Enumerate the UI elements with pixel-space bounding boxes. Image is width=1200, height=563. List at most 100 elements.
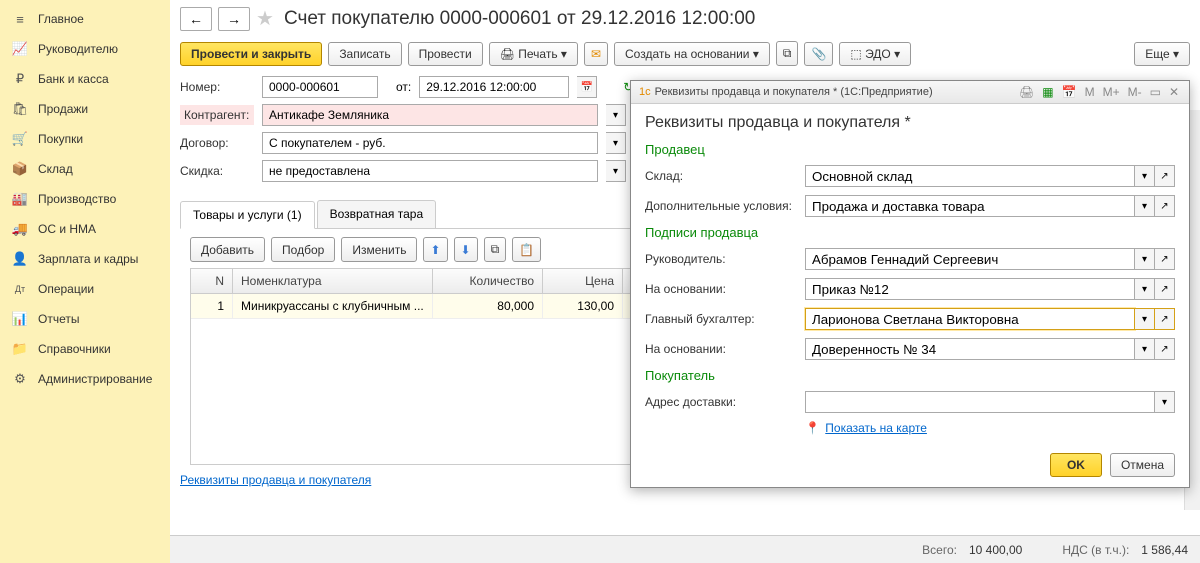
edit-row-button[interactable]: Изменить [341, 237, 417, 262]
m-plus-button[interactable]: M+ [1101, 85, 1122, 99]
sidebar-item-manager[interactable]: 📈Руководителю [0, 34, 170, 64]
head-input[interactable] [805, 248, 1135, 270]
contract-dropdown[interactable]: ▾ [606, 132, 626, 154]
basis1-dropdown[interactable]: ▾ [1135, 278, 1155, 300]
sidebar-item-warehouse[interactable]: 📦 Склад [0, 154, 170, 184]
calendar-icon[interactable]: 📅 [1060, 85, 1079, 99]
table-icon[interactable]: ▦ [1040, 85, 1055, 99]
head-dropdown[interactable]: ▾ [1135, 248, 1155, 270]
create-based-button[interactable]: Создать на основании ▾ [614, 42, 770, 66]
nav-forward-button[interactable]: → [218, 7, 250, 31]
cancel-button[interactable]: Отмена [1110, 453, 1175, 477]
counterparty-input[interactable]: Антикафе Земляника [262, 104, 598, 126]
terms-dropdown[interactable]: ▾ [1135, 195, 1155, 217]
sidebar-item-main[interactable]: ≡Главное [0, 4, 170, 34]
sidebar-item-production[interactable]: 🏭Производство [0, 184, 170, 214]
total-label: Всего: [922, 543, 957, 557]
sidebar-item-label: Отчеты [38, 312, 79, 326]
sidebar-item-label: Производство [38, 192, 116, 206]
basis2-dropdown[interactable]: ▾ [1135, 338, 1155, 360]
delivery-input[interactable] [805, 391, 1155, 413]
sidebar-item-label: Зарплата и кадры [38, 252, 138, 266]
counterparty-dropdown[interactable]: ▾ [606, 104, 626, 126]
sidebar-item-operations[interactable]: ДтОперации [0, 274, 170, 304]
sidebar-item-payroll[interactable]: 👤Зарплата и кадры [0, 244, 170, 274]
print-button[interactable]: 🖨 Печать ▾ [489, 42, 578, 66]
delivery-label: Адрес доставки: [645, 395, 805, 409]
show-on-map-link[interactable]: Показать на карте [825, 421, 927, 435]
col-nomenclature[interactable]: Номенклатура [233, 269, 433, 293]
attach-button[interactable]: 📎 [804, 42, 833, 66]
cell-nomenclature: Миникруассаны с клубничным ... [233, 294, 433, 318]
sidebar-item-label: Справочники [38, 342, 111, 356]
col-n[interactable]: N [191, 269, 233, 293]
terms-input[interactable] [805, 195, 1135, 217]
sidebar-item-sales[interactable]: 🛍Продажи [0, 94, 170, 124]
tab-tare[interactable]: Возвратная тара [317, 200, 437, 228]
number-input[interactable]: 0000-000601 [262, 76, 378, 98]
warehouse-dropdown[interactable]: ▾ [1135, 165, 1155, 187]
m-minus-button[interactable]: M- [1126, 85, 1144, 99]
page-title: Счет покупателю 0000-000601 от 29.12.201… [284, 8, 755, 30]
minimize-icon[interactable]: ▭ [1148, 85, 1163, 99]
save-button[interactable]: Записать [328, 42, 401, 66]
head-open[interactable]: ↗ [1155, 248, 1175, 270]
sidebar-item-admin[interactable]: ⚙Администрирование [0, 364, 170, 394]
sidebar-item-purchases[interactable]: 🛒Покупки [0, 124, 170, 154]
sidebar-item-reports[interactable]: 📊Отчеты [0, 304, 170, 334]
calendar-button[interactable]: 📅 [577, 76, 597, 98]
delivery-dropdown[interactable]: ▾ [1155, 391, 1175, 413]
discount-dropdown[interactable]: ▾ [606, 160, 626, 182]
col-qty[interactable]: Количество [433, 269, 543, 293]
box-icon: 📦 [12, 161, 28, 177]
seller-buyer-details-link[interactable]: Реквизиты продавца и покупателя [180, 473, 371, 487]
date-input[interactable]: 29.12.2016 12:00:00 [419, 76, 569, 98]
signs-section: Подписи продавца [645, 225, 1175, 240]
accountant-input[interactable] [805, 308, 1135, 330]
nav-back-button[interactable]: ← [180, 7, 212, 31]
ok-button[interactable]: OK [1050, 453, 1102, 477]
seller-section: Продавец [645, 142, 1175, 157]
sidebar-item-directories[interactable]: 📁Справочники [0, 334, 170, 364]
tab-goods[interactable]: Товары и услуги (1) [180, 201, 315, 229]
basis2-open[interactable]: ↗ [1155, 338, 1175, 360]
sidebar-item-label: Руководителю [38, 42, 118, 56]
add-row-button[interactable]: Добавить [190, 237, 265, 262]
sidebar-item-assets[interactable]: 🚚ОС и НМА [0, 214, 170, 244]
head-label: Руководитель: [645, 252, 805, 266]
contract-label: Договор: [180, 136, 254, 150]
copy-button[interactable]: ⧉ [484, 237, 507, 262]
ledger-icon: Дт [12, 281, 28, 297]
print-icon[interactable]: 🖨 [1017, 85, 1036, 99]
contract-input[interactable]: С покупателем - руб. [262, 132, 598, 154]
edo-button[interactable]: ⬚ ЭДО ▾ [839, 42, 911, 66]
sidebar: ≡Главное 📈Руководителю ₽Банк и касса 🛍Пр… [0, 0, 170, 563]
sidebar-item-label: Склад [38, 162, 73, 176]
basis2-input[interactable] [805, 338, 1135, 360]
move-down-button[interactable]: ⬇ [454, 237, 478, 262]
sidebar-item-bank[interactable]: ₽Банк и касса [0, 64, 170, 94]
m-button[interactable]: M [1083, 85, 1097, 99]
discount-input[interactable]: не предоставлена [262, 160, 598, 182]
paste-button[interactable]: 📋 [512, 237, 541, 262]
basis1-label: На основании: [645, 282, 805, 296]
more-button[interactable]: Еще ▾ [1134, 42, 1190, 66]
basis1-open[interactable]: ↗ [1155, 278, 1175, 300]
structure-button[interactable]: ⧉ [776, 41, 799, 66]
star-icon[interactable]: ★ [256, 6, 274, 31]
email-button[interactable]: ✉ [584, 42, 608, 66]
close-icon[interactable]: ✕ [1167, 85, 1181, 99]
accountant-open[interactable]: ↗ [1155, 308, 1175, 330]
terms-open[interactable]: ↗ [1155, 195, 1175, 217]
move-up-button[interactable]: ⬆ [423, 237, 447, 262]
pick-button[interactable]: Подбор [271, 237, 335, 262]
accountant-dropdown[interactable]: ▾ [1135, 308, 1155, 330]
sidebar-item-label: Главное [38, 12, 84, 26]
col-price[interactable]: Цена [543, 269, 623, 293]
warehouse-open[interactable]: ↗ [1155, 165, 1175, 187]
post-and-close-button[interactable]: Провести и закрыть [180, 42, 322, 66]
warehouse-input[interactable] [805, 165, 1135, 187]
terms-label: Дополнительные условия: [645, 199, 805, 213]
post-button[interactable]: Провести [408, 42, 483, 66]
basis1-input[interactable] [805, 278, 1135, 300]
